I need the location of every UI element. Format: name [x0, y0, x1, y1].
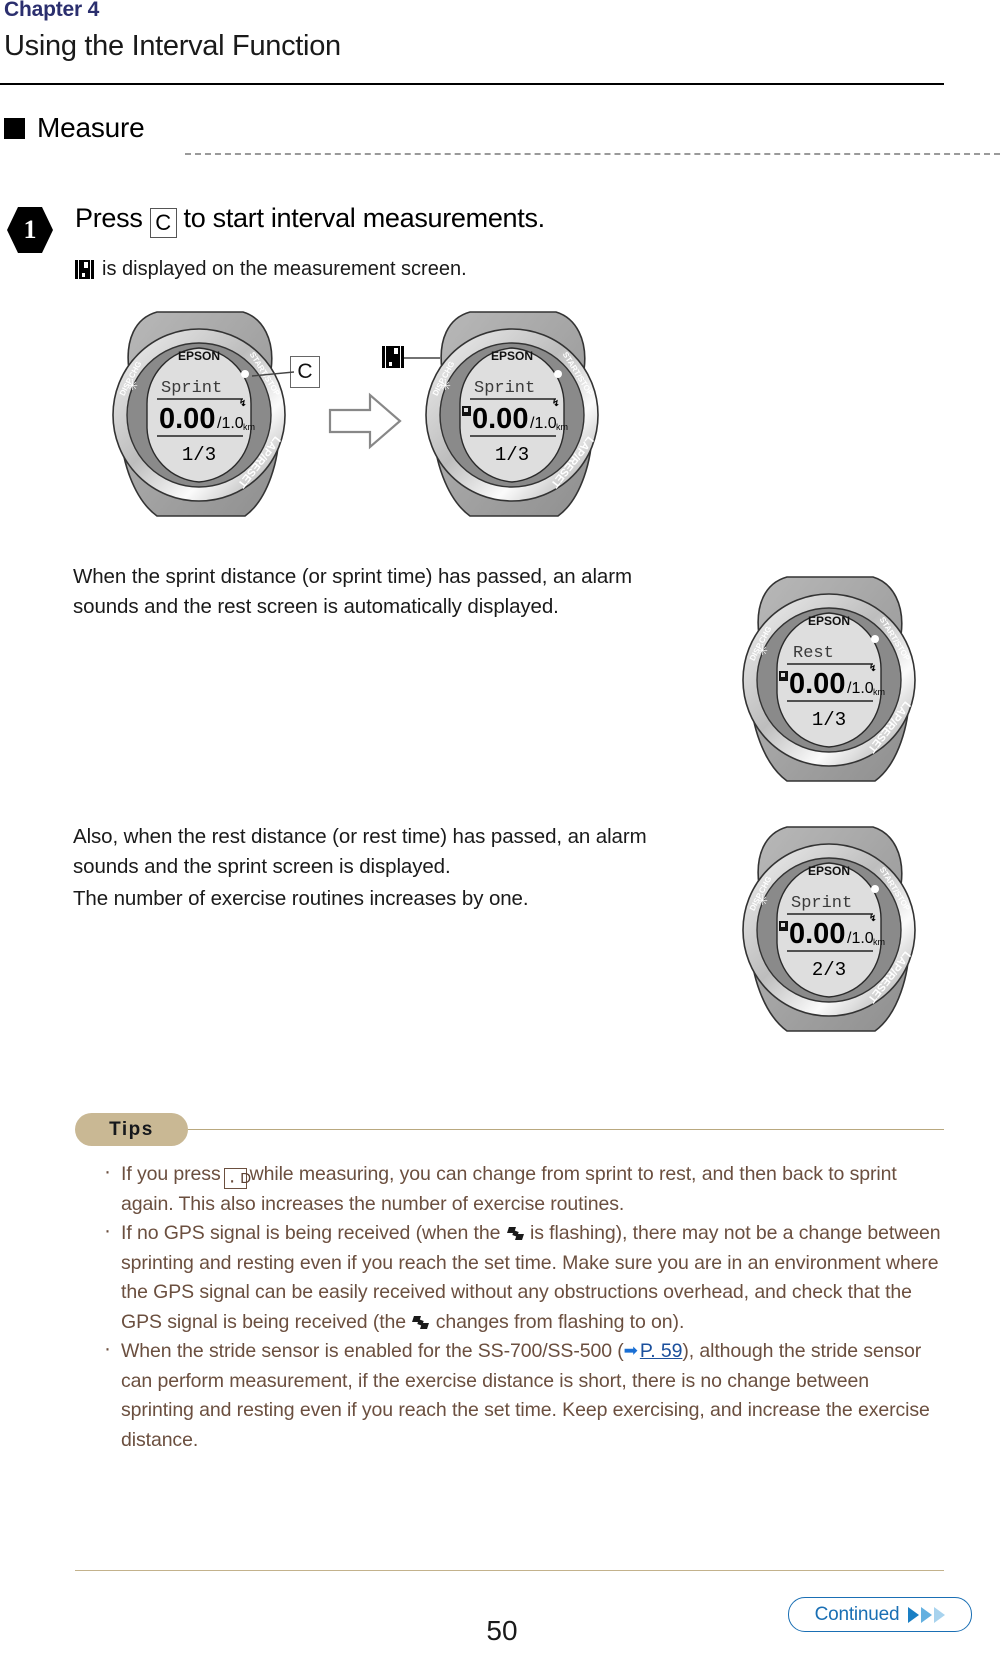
watch-after: EPSON Sprint 0.00 /1.0 km ↯ 1/3 ✳ DISP.C… [425, 311, 599, 517]
watch-mode: Sprint [474, 379, 535, 398]
page-number: 50 [486, 1615, 518, 1646]
gps-signal-icon [412, 1315, 430, 1330]
step-number-badge: 1 [6, 205, 54, 255]
watch-unit: km [556, 422, 568, 432]
watch-lap-indicator-icon [779, 921, 788, 931]
watch-lap-indicator-icon [779, 671, 788, 681]
tip-2-part1: If no GPS signal is being received (when… [121, 1222, 501, 1244]
tip-item-2: If no GPS signal is being received (when… [100, 1216, 945, 1337]
section-dashed-divider [185, 153, 1000, 155]
section-title: Measure [37, 112, 145, 143]
tip-2-part3: changes from flashing to on). [435, 1310, 685, 1333]
watch-rest: EPSON Rest 0.00 /1.0 km ↯ 1/3 ✳ DISP.CHG… [742, 576, 916, 782]
watch-target: /1.0 [530, 415, 557, 432]
watch-unit: km [243, 422, 255, 432]
chapter-label: Chapter 4 [4, 0, 100, 21]
tip-3-part1: When the stride sensor is enabled for th… [121, 1340, 624, 1362]
watch-value: 0.00 [472, 403, 528, 435]
flow-arrow-icon [328, 392, 402, 450]
lap-indicator-icon [75, 260, 94, 279]
watch-mode: Sprint [791, 894, 852, 913]
watch-before: EPSON Sprint 0.00 /1.0 km ↯ 1/3 ✳ DISP.C… [112, 311, 286, 517]
tip-item-1: If you pressDwhile measuring, you can ch… [100, 1157, 945, 1219]
watch-routine: 2/3 [812, 959, 846, 981]
watch-unit: km [873, 937, 885, 947]
link-arrow-icon: ➡ [623, 1341, 638, 1360]
watch-routine: 1/3 [812, 709, 846, 731]
tips-list: If you pressDwhile measuring, you can ch… [100, 1157, 945, 1455]
page-reference-link[interactable]: P. 59 [640, 1340, 683, 1362]
key-d-button[interactable]: D [223, 1166, 251, 1196]
step-heading-before: Press [75, 203, 143, 233]
watch-brand: EPSON [178, 349, 220, 363]
watch-lap-indicator-icon [462, 406, 471, 416]
key-c-button[interactable]: C [149, 208, 177, 238]
watch-routine: 1/3 [495, 444, 529, 466]
tip-1-before: If you press [121, 1163, 221, 1185]
step-subline-text: is displayed on the measurement screen. [102, 258, 467, 280]
paragraph-sprint-screen: Also, when the rest distance (or rest ti… [73, 825, 647, 878]
header-divider [0, 83, 944, 85]
svg-text:↯: ↯ [239, 398, 247, 408]
paragraph-rest-screen: When the sprint distance (or sprint time… [73, 565, 632, 618]
watch-target: /1.0 [847, 680, 874, 697]
watch-sprint-2: EPSON Sprint 0.00 /1.0 km ↯ 2/3 ✳ DISP.C… [742, 826, 916, 1032]
watch-mode: Rest [793, 644, 834, 663]
callout-leader-line [252, 371, 294, 377]
tips-badge: Tips [75, 1113, 188, 1146]
watch-brand: EPSON [491, 349, 533, 363]
watch-mode: Sprint [161, 379, 222, 398]
watch-target: /1.0 [847, 930, 874, 947]
watch-unit: km [873, 687, 885, 697]
svg-text:↯: ↯ [869, 663, 877, 673]
watch-brand: EPSON [808, 614, 850, 628]
page-title: Using the Interval Function [4, 30, 341, 62]
step-heading-after: to start interval measurements. [183, 203, 546, 233]
square-bullet-icon [4, 117, 25, 139]
tips-badge-label: Tips [109, 1118, 154, 1140]
step-number-label: 1 [23, 215, 37, 244]
step-1-subline: is displayed on the measurement screen. [75, 258, 467, 281]
watch-value: 0.00 [159, 403, 215, 435]
tips-divider [188, 1129, 944, 1131]
watch-routine: 1/3 [182, 444, 216, 466]
watch-value: 0.00 [789, 668, 845, 700]
step-1-heading: Press C to start interval measurements. [75, 203, 546, 238]
svg-text:↯: ↯ [552, 398, 560, 408]
tip-item-3: When the stride sensor is enabled for th… [100, 1334, 945, 1455]
watch-brand: EPSON [808, 864, 850, 878]
callout-key-c: C [290, 356, 320, 388]
tips-bottom-divider [75, 1570, 944, 1572]
lap-indicator-icon [382, 346, 404, 368]
watch-illustration-row: EPSON Sprint 0.00 /1.0 km ↯ 1/3 ✳ DISP.C… [0, 310, 1004, 525]
svg-text:↯: ↯ [869, 913, 877, 923]
watch-value: 0.00 [789, 918, 845, 950]
watch-target: /1.0 [217, 415, 244, 432]
gps-signal-icon [506, 1226, 524, 1241]
section-heading: Measure [4, 112, 145, 144]
paragraph-routines: The number of exercise routines increase… [73, 887, 529, 910]
